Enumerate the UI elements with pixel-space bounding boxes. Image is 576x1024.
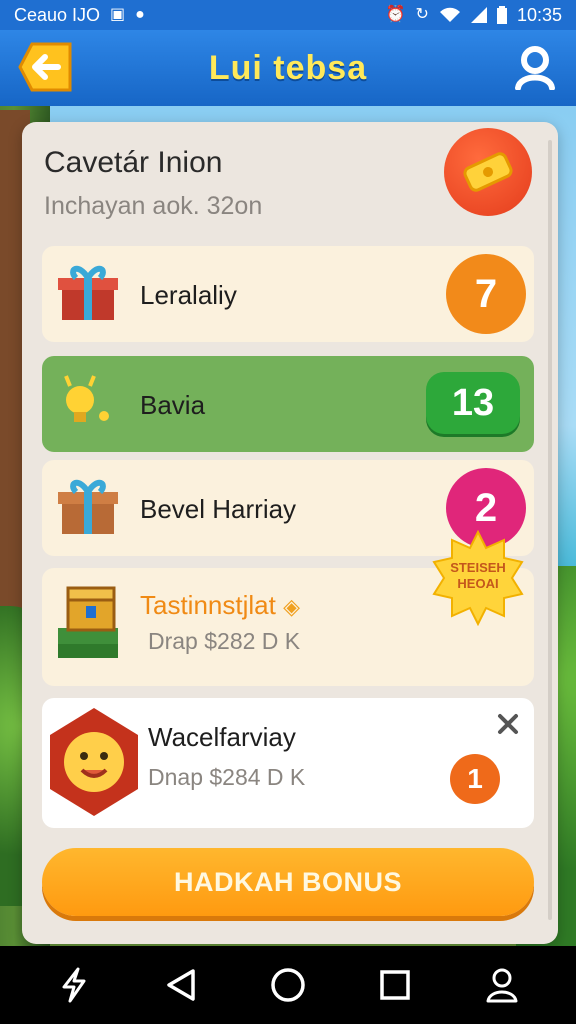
rewards-panel: Cavetár Inion Inchayan aok. 32on Leralal…: [22, 122, 558, 944]
count-badge: 13: [426, 372, 520, 434]
signal-icon: [470, 7, 487, 23]
nav-recents-button[interactable]: [373, 963, 417, 1007]
gift-box-blue-icon: [54, 472, 122, 545]
panel-title: Cavetár Inion: [44, 146, 223, 179]
nav-profile-button[interactable]: [480, 963, 524, 1007]
panel-subtitle: Inchayan aok. 32on: [44, 192, 263, 220]
item-label: Leralaliy: [140, 280, 237, 310]
wifi-icon: [439, 7, 460, 22]
treasure-chest-icon: [54, 582, 126, 677]
list-item[interactable]: Wacelfarviay Dnap $284 D K 1: [42, 698, 534, 828]
close-icon: [498, 714, 518, 734]
profile-button[interactable]: [512, 44, 558, 91]
app-bar: Lui tebsa: [0, 30, 576, 106]
alarm-icon: ⏰: [385, 6, 406, 23]
nav-home-button[interactable]: [266, 963, 310, 1007]
carrier-label: Ceauo IJO: [14, 4, 101, 25]
claim-bonus-button[interactable]: HADKAH BONUS: [42, 848, 534, 916]
battery-icon: [496, 6, 507, 24]
item-label: Bevel Harriay: [140, 494, 297, 524]
item-sublabel: Drap $282 D K: [148, 628, 301, 654]
arrow-left-icon: [18, 42, 72, 92]
list-item[interactable]: Bavia 13: [42, 356, 534, 452]
special-tag: STEISEH HEOAI: [430, 529, 526, 627]
item-label: Bavia: [140, 390, 206, 420]
back-button[interactable]: [18, 42, 72, 92]
ticket-icon: [463, 152, 513, 192]
bolt-icon: [62, 967, 86, 1003]
notification-icon: ▣: [110, 6, 126, 23]
nav-back-button[interactable]: [159, 963, 203, 1007]
clock: 10:35: [516, 4, 562, 25]
count-badge: 7: [446, 254, 526, 334]
ticket-badge[interactable]: [444, 128, 532, 216]
item-label-text: Tastinnstjlat: [140, 590, 276, 620]
status-bar: Ceauo IJO ▣ ● ⏰ ↻ 10:35: [0, 0, 576, 30]
user-icon: [515, 46, 555, 91]
gift-box-icon: [54, 258, 122, 331]
back-triangle-icon: [167, 969, 195, 1001]
special-tag-text: STEISEH HEOAI: [450, 560, 506, 591]
recents-square-icon: [380, 970, 410, 1000]
person-outline-icon: [486, 968, 518, 1003]
list-item[interactable]: Leralaliy 7: [42, 246, 534, 342]
nav-bolt-button[interactable]: [52, 963, 96, 1007]
item-label: Wacelfarviay: [148, 722, 296, 752]
close-button[interactable]: [496, 712, 520, 736]
sync-icon: ↻: [415, 6, 429, 23]
scrollbar[interactable]: [548, 140, 552, 920]
diamond-icon: ◈: [283, 594, 300, 619]
bulb-mascot-icon: [54, 372, 118, 441]
home-circle-icon: [271, 968, 305, 1002]
dot-icon: ●: [135, 6, 145, 23]
count-badge: 1: [450, 754, 500, 804]
smiley-sun-icon: [50, 708, 138, 821]
item-label: Tastinnstjlat ◈: [140, 590, 300, 621]
app-title: Lui tebsa: [208, 48, 368, 87]
navigation-bar: [0, 946, 576, 1024]
item-sublabel: Dnap $284 D K: [148, 764, 306, 790]
